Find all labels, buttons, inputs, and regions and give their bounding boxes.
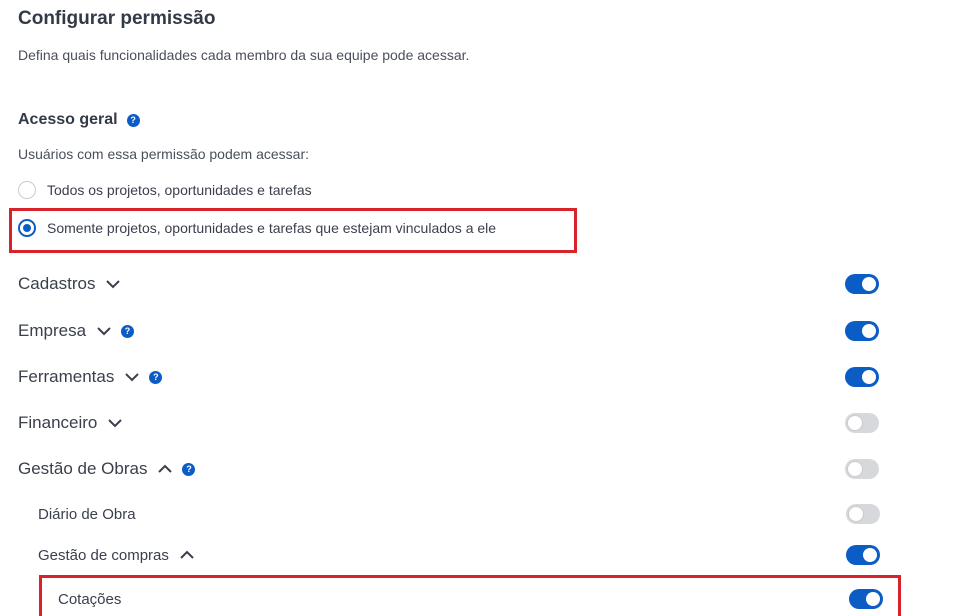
permission-label: Gestão de Obras xyxy=(18,459,148,478)
chevron-down-icon[interactable] xyxy=(96,326,112,336)
permission-row-empresa: Empresa ? xyxy=(0,320,965,342)
toggle-empresa[interactable] xyxy=(845,321,879,341)
permission-gestao-de-compras-expander[interactable]: Gestão de compras xyxy=(38,547,195,564)
help-icon[interactable]: ? xyxy=(121,324,135,338)
permission-row-financeiro: Financeiro xyxy=(0,412,965,434)
permission-label: Cotações xyxy=(58,590,122,608)
toggle-ferramentas[interactable] xyxy=(845,367,879,387)
page-title: Configurar permissão xyxy=(18,8,216,29)
radio-option-label: Somente projetos, oportunidades e tarefa… xyxy=(47,220,497,236)
chevron-down-icon[interactable] xyxy=(107,418,123,428)
permission-diario-de-obra-label-wrap: Diário de Obra xyxy=(38,506,136,523)
permission-row-diario-de-obra: Diário de Obra xyxy=(0,504,965,524)
permission-gestao-de-obras-expander[interactable]: Gestão de Obras ? xyxy=(18,459,196,479)
toggle-gestao-de-compras[interactable] xyxy=(846,545,880,565)
help-icon[interactable]: ? xyxy=(126,113,140,127)
permission-settings-page: Configurar permissão Defina quais funcio… xyxy=(0,0,965,616)
permission-row-gestao-de-obras: Gestão de Obras ? xyxy=(0,458,965,480)
permission-financeiro-expander[interactable]: Financeiro xyxy=(18,413,123,433)
help-icon[interactable]: ? xyxy=(149,370,163,384)
toggle-cotacoes[interactable] xyxy=(849,589,883,609)
radio-button[interactable] xyxy=(18,181,36,199)
permission-cadastros-expander[interactable]: Cadastros xyxy=(18,274,121,294)
toggle-gestao-de-obras[interactable] xyxy=(845,459,879,479)
toggle-diario-de-obra[interactable] xyxy=(846,504,880,524)
general-access-description: Usuários com essa permissão podem acessa… xyxy=(18,146,310,162)
permission-row-cotacoes: Cotações xyxy=(0,589,965,609)
general-access-title: Acesso geral xyxy=(18,111,118,128)
radio-option-linked-only[interactable]: Somente projetos, oportunidades e tarefa… xyxy=(18,219,496,237)
permission-label: Financeiro xyxy=(18,413,98,432)
permission-label: Gestão de compras xyxy=(38,546,169,564)
chevron-up-icon[interactable] xyxy=(157,464,173,474)
toggle-financeiro[interactable] xyxy=(845,413,879,433)
permission-label: Empresa xyxy=(18,321,87,340)
chevron-down-icon[interactable] xyxy=(124,372,140,382)
permission-label: Diário de Obra xyxy=(38,505,136,523)
permission-ferramentas-expander[interactable]: Ferramentas ? xyxy=(18,367,163,387)
general-access-heading: Acesso geral ? xyxy=(18,111,140,129)
chevron-up-icon[interactable] xyxy=(179,550,195,560)
permission-label: Ferramentas xyxy=(18,367,115,386)
permission-cotacoes-label-wrap: Cotações xyxy=(58,591,121,608)
permission-row-ferramentas: Ferramentas ? xyxy=(0,366,965,388)
permission-label: Cadastros xyxy=(18,274,96,293)
permission-row-cadastros: Cadastros xyxy=(0,273,965,295)
toggle-cadastros[interactable] xyxy=(845,274,879,294)
permission-row-gestao-de-compras: Gestão de compras xyxy=(0,545,965,565)
help-icon[interactable]: ? xyxy=(182,462,196,476)
radio-button-selected[interactable] xyxy=(18,219,36,237)
radio-option-label: Todos os projetos, oportunidades e taref… xyxy=(47,182,312,198)
radio-option-all[interactable]: Todos os projetos, oportunidades e taref… xyxy=(18,181,312,199)
page-subtitle: Defina quais funcionalidades cada membro… xyxy=(18,47,470,63)
permission-empresa-expander[interactable]: Empresa ? xyxy=(18,321,135,341)
chevron-down-icon[interactable] xyxy=(105,279,121,289)
